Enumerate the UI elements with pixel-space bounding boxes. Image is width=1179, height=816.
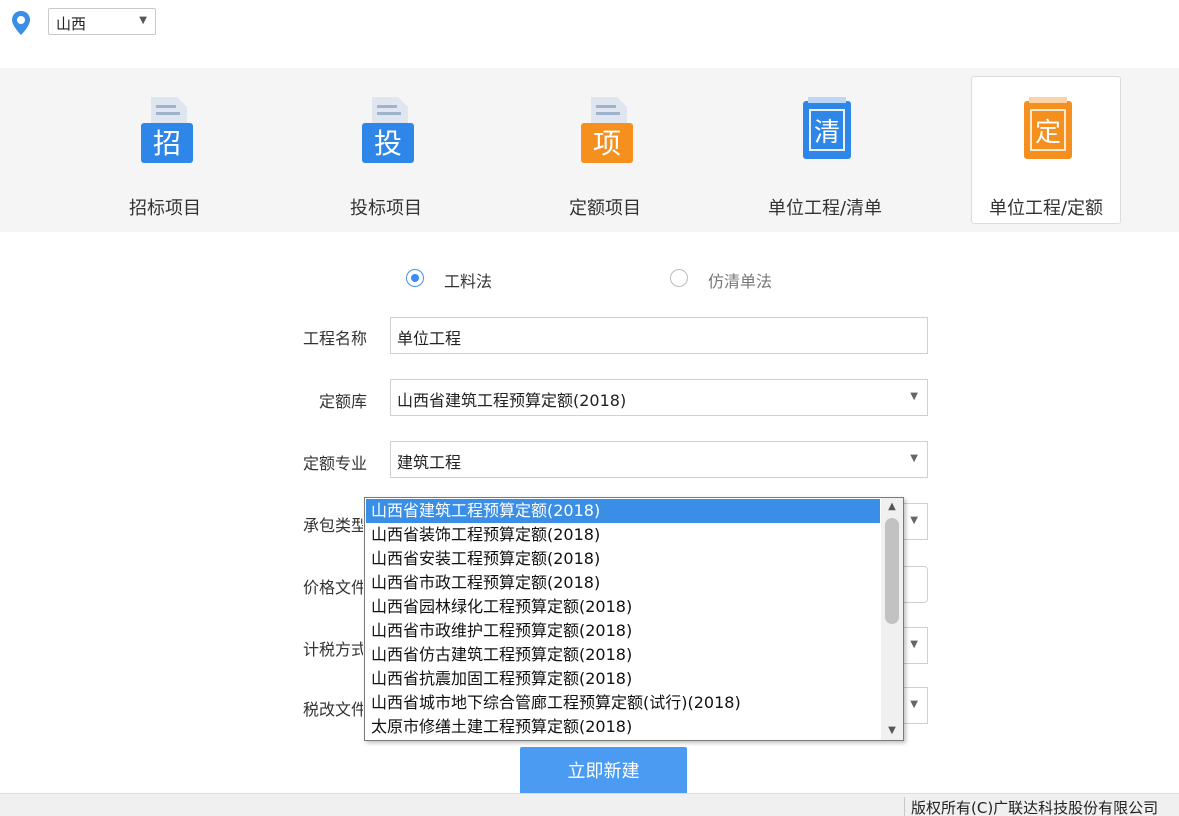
- contract-type-select[interactable]: ▼: [900, 503, 928, 540]
- tax-method-select[interactable]: ▼: [900, 627, 928, 664]
- project-type-label: 单位工程/定额: [988, 198, 1104, 219]
- dropdown-option[interactable]: 山西省城市地下综合管廊工程预算定额(试行)(2018): [366, 691, 880, 715]
- quota-major-value: 建筑工程: [397, 453, 462, 472]
- dropdown-option[interactable]: 山西省市政维护工程预算定额(2018): [366, 619, 880, 643]
- dropdown-scrollbar[interactable]: ▲ ▼: [881, 498, 903, 740]
- dropdown-option[interactable]: 山西省抗震加固工程预算定额(2018): [366, 667, 880, 691]
- region-select[interactable]: 山西 ▼: [48, 8, 156, 35]
- method-option-label: 工料法: [444, 272, 493, 291]
- project-type-label: 单位工程/清单: [767, 198, 883, 219]
- quota-library-dropdown-list[interactable]: 山西省建筑工程预算定额(2018) 山西省装饰工程预算定额(2018) 山西省安…: [364, 497, 904, 741]
- project-name-label: 工程名称: [303, 329, 368, 348]
- price-file-label: 价格文件: [303, 578, 363, 597]
- quota-major-select[interactable]: 建筑工程 ▼: [390, 441, 928, 478]
- bid-invite-icon-glyph: 招: [153, 127, 181, 160]
- bid-invite-icon: 招: [141, 97, 193, 163]
- dropdown-option[interactable]: 山西省园林绿化工程预算定额(2018): [366, 595, 880, 619]
- dropdown-option[interactable]: 太原市修缮土建工程预算定额(2018): [366, 715, 880, 739]
- method-option-label: 仿清单法: [708, 272, 773, 291]
- quota-major-label: 定额专业: [303, 454, 368, 473]
- chevron-down-icon: ▼: [139, 15, 147, 26]
- project-type-unit-quota[interactable]: 定 单位工程/定额: [971, 76, 1121, 224]
- chevron-down-icon: ▼: [910, 391, 918, 402]
- create-now-button[interactable]: 立即新建: [520, 747, 687, 797]
- project-type-label: 招标项目: [129, 198, 201, 219]
- bid-submit-icon-glyph: 投: [374, 127, 402, 160]
- region-select-value: 山西: [56, 15, 87, 33]
- project-type-bid-submit[interactable]: 投 投标项目: [311, 76, 461, 224]
- contract-type-label: 承包类型: [303, 516, 363, 535]
- quota-library-value: 山西省建筑工程预算定额(2018): [397, 391, 627, 410]
- quota-project-icon: 项: [581, 97, 633, 163]
- project-type-bar: 招 招标项目 投 投标项目 项 定额项目 清 单位工程/清单 定 单位工程/定额: [0, 68, 1179, 232]
- project-type-quota[interactable]: 项 定额项目: [530, 76, 680, 224]
- quota-library-select[interactable]: 山西省建筑工程预算定额(2018) ▼: [390, 379, 928, 416]
- unit-bill-icon: 清: [803, 97, 851, 159]
- dropdown-option[interactable]: 山西省市政工程预算定额(2018): [366, 571, 880, 595]
- project-type-bid-invite[interactable]: 招 招标项目: [90, 76, 240, 224]
- tax-method-label: 计税方式: [303, 640, 363, 659]
- scrollbar-thumb[interactable]: [885, 518, 899, 624]
- project-type-unit-bill[interactable]: 清 单位工程/清单: [750, 76, 900, 224]
- scroll-up-arrow-icon[interactable]: ▲: [881, 498, 903, 516]
- unit-quota-icon-glyph: 定: [1035, 118, 1061, 148]
- dropdown-option[interactable]: 山西省建筑工程预算定额(2018): [366, 499, 880, 523]
- copyright-text: 版权所有(C)广联达科技股份有限公司: [904, 797, 1179, 816]
- unit-quota-icon: 定: [1024, 97, 1072, 159]
- quota-library-label: 定额库: [319, 392, 368, 411]
- project-type-label: 定额项目: [569, 198, 641, 219]
- dropdown-option[interactable]: 山西省仿古建筑工程预算定额(2018): [366, 643, 880, 667]
- unit-bill-icon-glyph: 清: [814, 118, 840, 148]
- chevron-down-icon: ▼: [910, 699, 918, 710]
- project-type-label: 投标项目: [350, 198, 422, 219]
- location-pin-icon: [12, 11, 30, 35]
- chevron-down-icon: ▼: [910, 453, 918, 464]
- bid-submit-icon: 投: [362, 97, 414, 163]
- tax-reform-label: 税改文件: [303, 700, 363, 719]
- project-name-value: 单位工程: [397, 329, 462, 348]
- project-name-input[interactable]: 单位工程: [390, 317, 928, 354]
- dropdown-option[interactable]: 山西省装饰工程预算定额(2018): [366, 523, 880, 547]
- radio-unselected-icon: [670, 269, 688, 287]
- radio-selected-icon: [406, 269, 424, 287]
- chevron-down-icon: ▼: [910, 515, 918, 526]
- chevron-down-icon: ▼: [910, 639, 918, 650]
- tax-reform-select[interactable]: ▼: [900, 687, 928, 724]
- scroll-down-arrow-icon[interactable]: ▼: [881, 722, 903, 740]
- quota-project-icon-glyph: 项: [593, 127, 621, 160]
- price-file-input[interactable]: [900, 566, 928, 603]
- dropdown-option[interactable]: 山西省安装工程预算定额(2018): [366, 547, 880, 571]
